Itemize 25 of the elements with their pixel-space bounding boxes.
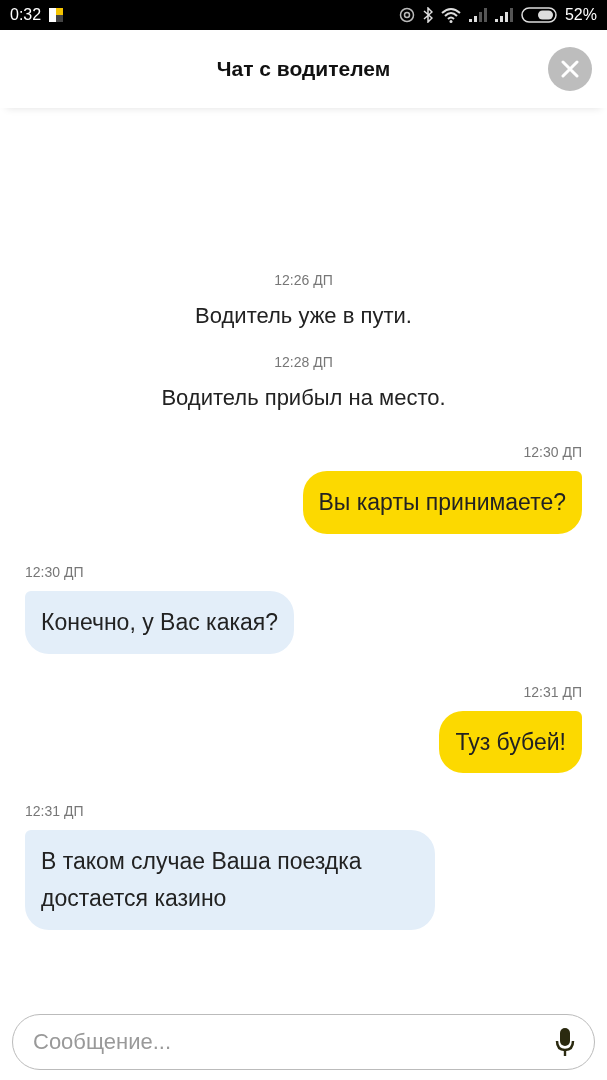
hotspot-icon [398,7,415,23]
message-time: 12:26 ДП [274,271,333,290]
incoming-message: В таком случае Ваша поездка достается казино [25,830,435,930]
bluetooth-icon [422,7,433,23]
battery-icon [520,7,557,23]
battery-percent: 52% [564,5,597,25]
microphone-icon[interactable] [555,1027,575,1057]
status-time: 0:32 [10,5,42,25]
message-field[interactable]: Сообщение... [12,1014,595,1070]
close-icon [561,60,579,78]
notification-icon [49,8,64,22]
signal-icon [494,8,513,22]
outgoing-message: Вы карты принимаете? [302,471,582,534]
system-message: Водитель прибыл на место. [161,384,446,412]
incoming-message: Конечно, у Вас какая? [25,590,295,654]
message-time: 12:30 ДП [523,443,582,462]
message-time: 12:30 ДП [25,562,84,582]
outgoing-message: Туз бубей! [439,710,582,774]
system-message: Водитель уже в пути. [195,302,412,330]
signal-icon [468,8,487,22]
message-time: 12:31 ДП [523,682,582,702]
chat-title: Чат с водителем [216,56,391,83]
message-time: 12:28 ДП [274,353,333,372]
wifi-icon [440,7,461,23]
message-time: 12:31 ДП [25,802,84,822]
